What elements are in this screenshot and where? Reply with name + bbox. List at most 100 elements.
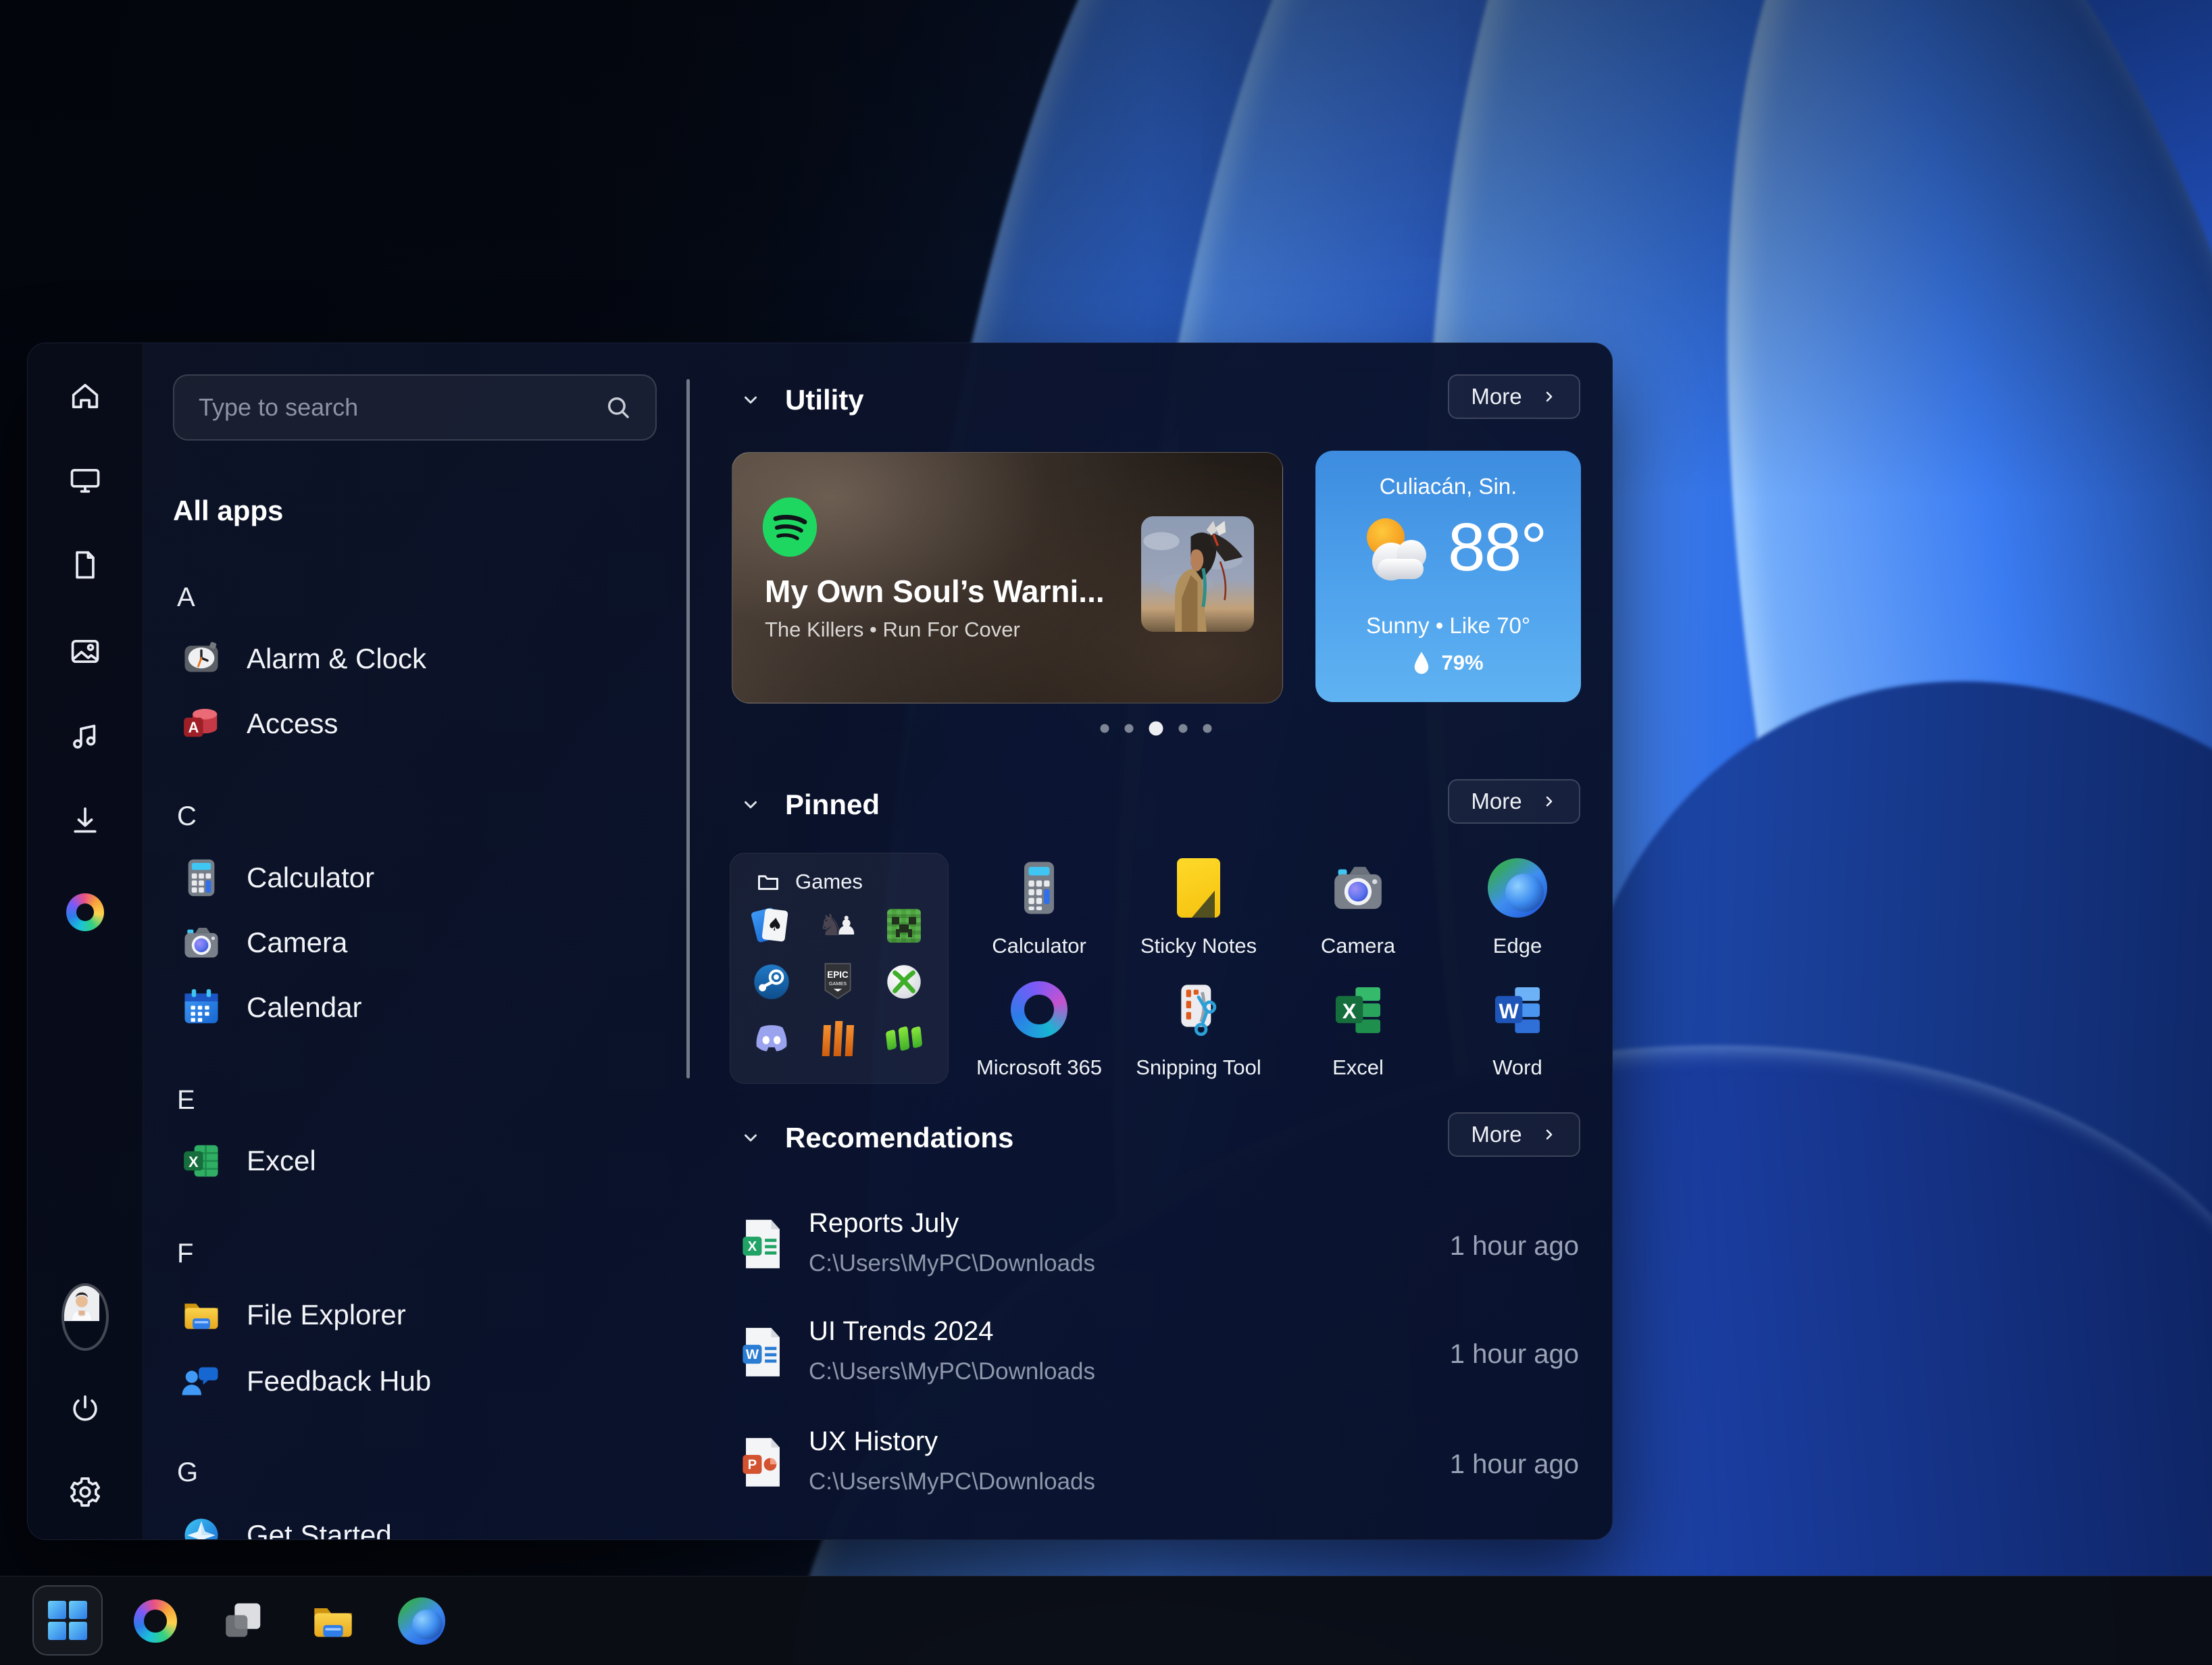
section-letter: F: [177, 1239, 193, 1269]
pinned-app-sticky-notes[interactable]: Sticky Notes: [1124, 857, 1273, 958]
recommendation-time: 1 hour ago: [1450, 1449, 1579, 1480]
chevron-down-icon[interactable]: [740, 795, 761, 815]
svg-text:X: X: [188, 1153, 199, 1170]
svg-text:X: X: [748, 1239, 757, 1254]
pictures-icon[interactable]: [61, 628, 109, 675]
sun-cloud-icon: [1351, 510, 1442, 591]
start-menu-panel: All apps A Alarm & Clock A Access C Calc…: [27, 343, 1613, 1540]
app-row-feedback-hub[interactable]: Feedback Hub: [180, 1360, 431, 1403]
pinned-folder-games[interactable]: Games ♠ ♞ ♟ EPICGAMES: [730, 853, 949, 1084]
word-file-icon: W: [741, 1326, 784, 1378]
documents-icon[interactable]: [61, 541, 109, 589]
app-row-alarm-clock[interactable]: Alarm & Clock: [180, 637, 426, 680]
app-row-excel[interactable]: X Excel: [180, 1139, 316, 1183]
pinned-app-excel[interactable]: X Excel: [1284, 978, 1432, 1080]
pinned-app-microsoft-365[interactable]: Microsoft 365: [965, 978, 1113, 1080]
album-art: [1141, 516, 1254, 632]
chevron-down-icon[interactable]: [740, 1128, 761, 1148]
pinned-app-label: Sticky Notes: [1140, 934, 1257, 958]
pinned-app-camera[interactable]: Camera: [1284, 857, 1432, 958]
word-icon: W: [1486, 978, 1549, 1041]
music-icon[interactable]: [61, 712, 109, 760]
utility-more-button[interactable]: More: [1448, 374, 1580, 419]
pinned-app-label: Word: [1492, 1055, 1542, 1080]
search-input[interactable]: [197, 393, 590, 422]
taskbar: [0, 1576, 2212, 1665]
pinned-app-label: Edge: [1493, 934, 1542, 958]
pinned-app-calculator[interactable]: Calculator: [965, 857, 1113, 958]
pinned-more-button[interactable]: More: [1448, 779, 1580, 824]
edge-icon[interactable]: [397, 1596, 447, 1646]
recommendation-ux-history[interactable]: P UX History C:\Users\MyPC\Downloads 1 h…: [736, 1418, 1579, 1506]
snipping-tool-icon: [1167, 978, 1230, 1041]
spotify-now-playing-widget[interactable]: My Own Soul’s Warni... The Killers • Run…: [732, 452, 1283, 703]
sticky-notes-icon: [1167, 857, 1230, 919]
recommendation-path: C:\Users\MyPC\Downloads: [809, 1468, 1095, 1495]
app-row-calendar[interactable]: Calendar: [180, 986, 361, 1029]
svg-text:X: X: [1342, 999, 1357, 1023]
epic-games-icon[interactable]: EPICGAMES: [819, 963, 857, 1001]
carousel-dot[interactable]: [1179, 724, 1188, 733]
task-view-icon[interactable]: [218, 1596, 268, 1646]
home-icon[interactable]: [61, 372, 109, 420]
pinned-app-snipping-tool[interactable]: Snipping Tool: [1124, 978, 1273, 1080]
recommendation-ui-trends-2024[interactable]: W UI Trends 2024 C:\Users\MyPC\Downloads…: [736, 1308, 1579, 1396]
pinned-app-label: Camera: [1321, 934, 1395, 958]
discord-icon[interactable]: [753, 1020, 790, 1058]
widget-carousel-dots[interactable]: [1101, 722, 1212, 736]
pinned-app-label: Excel: [1332, 1055, 1384, 1080]
app-label: Feedback Hub: [247, 1365, 431, 1397]
chess-icon[interactable]: ♞ ♟: [819, 907, 857, 945]
pinned-app-edge[interactable]: Edge: [1443, 857, 1592, 958]
power-icon[interactable]: [61, 1385, 109, 1433]
app-row-get-started[interactable]: Get Started: [180, 1514, 392, 1540]
app-row-file-explorer[interactable]: File Explorer: [180, 1293, 406, 1337]
desktop-icon[interactable]: [61, 457, 109, 504]
section-letter: C: [177, 801, 197, 832]
recommendations-more-button[interactable]: More: [1448, 1112, 1580, 1157]
edge-icon: [1486, 857, 1549, 919]
calculator-icon: [1008, 857, 1070, 919]
cod-black-ops-icon[interactable]: [819, 1020, 857, 1058]
xbox-icon[interactable]: [885, 963, 923, 1001]
carousel-dot[interactable]: [1101, 724, 1109, 733]
app-row-camera[interactable]: Camera: [180, 921, 347, 964]
start-button[interactable]: [32, 1585, 103, 1656]
search-box[interactable]: [173, 374, 657, 441]
svg-text:A: A: [188, 719, 199, 736]
get-started-icon: [180, 1514, 222, 1540]
calculator-icon: [180, 857, 222, 899]
solitaire-icon[interactable]: ♠: [753, 907, 790, 945]
app-row-calculator[interactable]: Calculator: [180, 856, 374, 899]
weather-location: Culiacán, Sin.: [1315, 474, 1581, 499]
carousel-dot-active[interactable]: [1149, 722, 1163, 736]
recommendation-reports-july[interactable]: X Reports July C:\Users\MyPC\Downloads 1…: [736, 1200, 1579, 1288]
feedback-hub-icon: [180, 1360, 222, 1402]
pinned-app-word[interactable]: W Word: [1443, 978, 1592, 1080]
app-label: File Explorer: [247, 1299, 406, 1331]
search-icon: [604, 393, 632, 422]
chevron-right-icon: [1541, 791, 1557, 812]
pinned-section-header: Pinned: [740, 783, 880, 826]
copilot-icon[interactable]: [61, 889, 109, 936]
app-label: Calculator: [247, 862, 374, 894]
excel-icon: X: [180, 1140, 222, 1182]
downloads-icon[interactable]: [61, 797, 109, 844]
app-label: Calendar: [247, 991, 361, 1024]
weather-widget[interactable]: Culiacán, Sin. 88° Sunny • Like 70° 79%: [1315, 451, 1581, 702]
excel-file-icon: X: [741, 1218, 784, 1270]
chevron-down-icon[interactable]: [740, 390, 761, 410]
file-explorer-icon[interactable]: [308, 1596, 358, 1646]
settings-gear-icon[interactable]: [61, 1468, 109, 1516]
games-folder-label: Games: [795, 870, 863, 894]
access-icon: A: [180, 703, 222, 745]
carousel-dot[interactable]: [1125, 724, 1134, 733]
carousel-dot[interactable]: [1203, 724, 1212, 733]
steam-icon[interactable]: [753, 963, 790, 1001]
user-avatar[interactable]: [61, 1293, 109, 1341]
green-tiles-game-icon[interactable]: [885, 1020, 923, 1058]
minecraft-icon[interactable]: [885, 907, 923, 945]
app-list-scrollbar[interactable]: [686, 379, 690, 1078]
app-row-access[interactable]: A Access: [180, 702, 338, 745]
copilot-icon[interactable]: [130, 1596, 180, 1646]
